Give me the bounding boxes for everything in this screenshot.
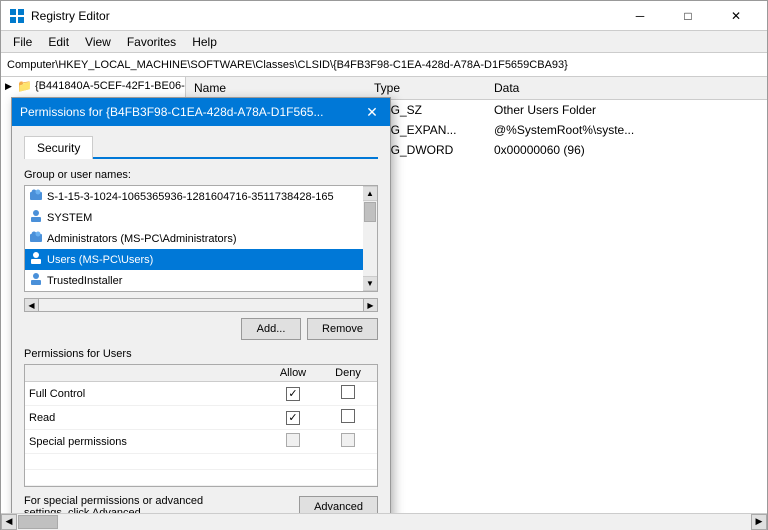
- user-icon: [29, 209, 43, 226]
- bottom-scrollbar: ◀ ▶: [1, 513, 767, 529]
- dialog-close-button[interactable]: ✕: [362, 102, 382, 122]
- perm-col-name-header: [29, 367, 263, 379]
- tab-strip: Security: [24, 136, 378, 159]
- list-scrollbar: ▲ ▼: [363, 186, 377, 291]
- perm-row: Full Control: [25, 382, 377, 406]
- menu-edit[interactable]: Edit: [40, 33, 77, 51]
- hscroll-thumb[interactable]: [18, 515, 58, 529]
- menu-bar: File Edit View Favorites Help: [1, 31, 767, 53]
- menu-file[interactable]: File: [5, 33, 40, 51]
- scroll-down-button[interactable]: ▼: [363, 276, 377, 290]
- close-button[interactable]: ✕: [713, 1, 759, 31]
- perm-name: Special permissions: [29, 436, 263, 448]
- hscroll-left-btn[interactable]: ◀: [1, 514, 17, 530]
- permissions-box: Allow Deny Full Control: [24, 364, 378, 487]
- perm-name: Read: [29, 412, 263, 424]
- hscroll-track: [17, 514, 751, 530]
- checkbox-full-deny[interactable]: [341, 385, 355, 399]
- perm-deny-check[interactable]: [323, 385, 373, 402]
- user-icon: [29, 272, 43, 289]
- perm-allow-check[interactable]: [263, 433, 323, 450]
- advanced-section: For special permissions or advanced sett…: [24, 495, 378, 513]
- list-item-text: SYSTEM: [47, 212, 92, 224]
- main-window: Registry Editor ─ □ ✕ File Edit View Fav…: [0, 0, 768, 530]
- user-icon: [29, 251, 43, 268]
- menu-view[interactable]: View: [77, 33, 119, 51]
- list-hscroll: ◀ ▶: [24, 298, 378, 312]
- advanced-text: For special permissions or advanced sett…: [24, 495, 224, 513]
- list-item[interactable]: Administrators (MS-PC\Administrators): [25, 228, 363, 249]
- list-item-text: Administrators (MS-PC\Administrators): [47, 233, 236, 245]
- address-bar: Computer\HKEY_LOCAL_MACHINE\SOFTWARE\Cla…: [1, 53, 767, 77]
- app-icon: [9, 8, 25, 24]
- perm-col-deny-header: Deny: [323, 367, 373, 379]
- menu-help[interactable]: Help: [184, 33, 225, 51]
- perm-name: Full Control: [29, 388, 263, 400]
- perm-row: Read: [25, 406, 377, 430]
- checkbox-read-allow[interactable]: [286, 411, 300, 425]
- perm-header: Allow Deny: [25, 365, 377, 382]
- perm-allow-check[interactable]: [263, 386, 323, 401]
- perm-allow-check[interactable]: [263, 410, 323, 425]
- list-item-text: S-1-15-3-1024-1065365936-1281604716-3511…: [47, 191, 334, 203]
- hscroll-left-button[interactable]: ◀: [25, 299, 39, 311]
- add-button[interactable]: Add...: [241, 318, 301, 340]
- perm-row-empty: [25, 454, 377, 470]
- content-area: ▶ 📁 {B441840A-5CEF-42F1-BE06-4E31A90E74D…: [1, 77, 767, 513]
- list-item-text: TrustedInstaller: [47, 275, 122, 287]
- perm-deny-check[interactable]: [323, 409, 373, 426]
- list-item[interactable]: SYSTEM: [25, 207, 363, 228]
- tab-security[interactable]: Security: [24, 136, 93, 159]
- hscroll-right-btn[interactable]: ▶: [751, 514, 767, 530]
- advanced-button[interactable]: Advanced: [299, 496, 378, 513]
- menu-favorites[interactable]: Favorites: [119, 33, 184, 51]
- checkbox-special-allow[interactable]: [286, 433, 300, 447]
- permissions-label: Permissions for Users: [24, 348, 378, 360]
- dialog-title: Permissions for {B4FB3F98-C1EA-428d-A78A…: [20, 105, 323, 119]
- address-text: Computer\HKEY_LOCAL_MACHINE\SOFTWARE\Cla…: [7, 59, 568, 71]
- scroll-thumb[interactable]: [364, 202, 376, 222]
- window-controls: ─ □ ✕: [617, 1, 759, 31]
- dialog-content: Security Group or user names:: [12, 126, 390, 513]
- remove-button[interactable]: Remove: [307, 318, 378, 340]
- maximize-button[interactable]: □: [665, 1, 711, 31]
- hscroll-right-button[interactable]: ▶: [363, 299, 377, 311]
- permissions-dialog: Permissions for {B4FB3F98-C1EA-428d-A78A…: [11, 97, 391, 513]
- dialog-title-bar: Permissions for {B4FB3F98-C1EA-428d-A78A…: [12, 98, 390, 126]
- list-item[interactable]: S-1-15-3-1024-1065365936-1281604716-3511…: [25, 186, 363, 207]
- perm-row-empty: [25, 470, 377, 486]
- hscroll-track: [39, 299, 363, 311]
- dialog-overlay: Permissions for {B4FB3F98-C1EA-428d-A78A…: [1, 77, 767, 513]
- user-list: S-1-15-3-1024-1065365936-1281604716-3511…: [25, 186, 363, 291]
- group-icon: [29, 188, 43, 205]
- scroll-up-button[interactable]: ▲: [363, 187, 377, 201]
- list-item[interactable]: Users (MS-PC\Users): [25, 249, 363, 270]
- title-bar: Registry Editor ─ □ ✕: [1, 1, 767, 31]
- perm-deny-check[interactable]: [323, 433, 373, 450]
- checkbox-read-deny[interactable]: [341, 409, 355, 423]
- window-title: Registry Editor: [31, 9, 617, 23]
- user-list-container: S-1-15-3-1024-1065365936-1281604716-3511…: [24, 185, 378, 292]
- list-item-text: Users (MS-PC\Users): [47, 254, 153, 266]
- perm-col-allow-header: Allow: [263, 367, 323, 379]
- list-item[interactable]: TrustedInstaller: [25, 270, 363, 291]
- checkbox-special-deny[interactable]: [341, 433, 355, 447]
- add-remove-row: Add... Remove: [24, 318, 378, 340]
- scroll-track: [363, 201, 377, 276]
- group-label: Group or user names:: [24, 169, 378, 181]
- perm-row: Special permissions: [25, 430, 377, 454]
- checkbox-full-allow[interactable]: [286, 387, 300, 401]
- group-icon: [29, 230, 43, 247]
- minimize-button[interactable]: ─: [617, 1, 663, 31]
